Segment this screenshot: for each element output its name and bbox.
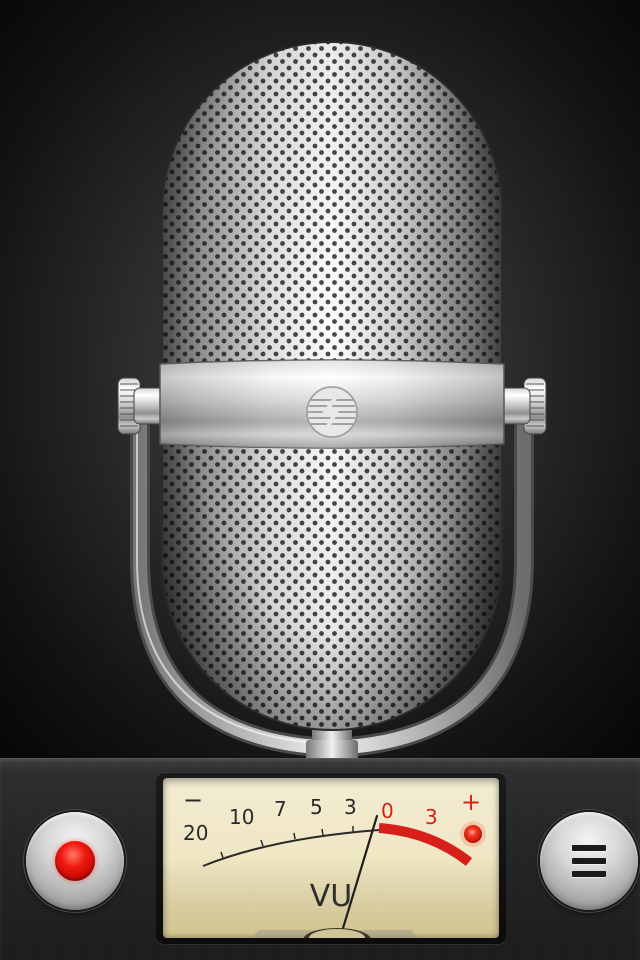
- scale-label-0: 0: [381, 799, 394, 823]
- vu-label: VU: [310, 879, 352, 914]
- record-button[interactable]: [26, 812, 124, 910]
- record-icon: [55, 841, 95, 881]
- list-icon: [572, 845, 606, 877]
- voice-memos-screen: 20 10 7 5 3 0 3 − + VU: [0, 0, 640, 960]
- vu-meter-dial: 20 10 7 5 3 0 3 − + VU: [163, 786, 499, 938]
- vu-meter: 20 10 7 5 3 0 3 − + VU: [156, 772, 506, 944]
- scale-label-7: 7: [274, 797, 287, 821]
- scale-label-20: 20: [183, 821, 208, 845]
- plus-label: +: [461, 788, 481, 816]
- scale-label-10: 10: [229, 805, 254, 829]
- scale-label-3: 3: [344, 795, 357, 819]
- vu-meter-face: 20 10 7 5 3 0 3 − + VU: [163, 778, 499, 938]
- microphone-illustration: [0, 0, 640, 762]
- microphone-logo-icon: [306, 386, 358, 438]
- scale-label-5: 5: [310, 795, 323, 819]
- scale-label-plus-3: 3: [425, 805, 438, 829]
- memos-list-button[interactable]: [540, 812, 638, 910]
- minus-label: −: [183, 786, 203, 814]
- microphone-graphic: [117, 41, 547, 762]
